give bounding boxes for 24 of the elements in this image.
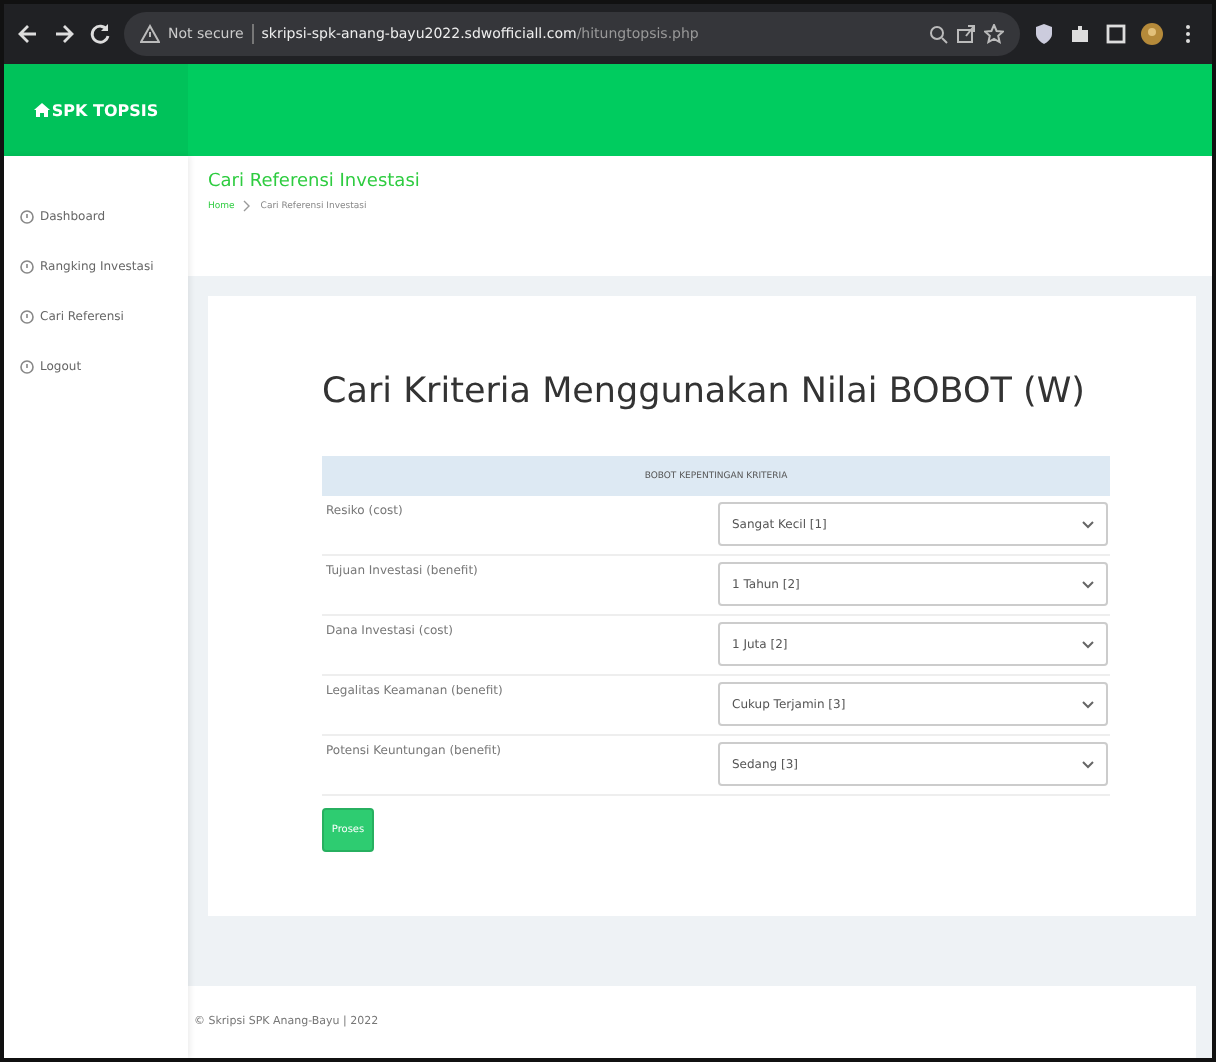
chevron-down-icon (1082, 699, 1094, 709)
circle-icon (20, 360, 34, 374)
shield-icon[interactable] (1032, 22, 1056, 46)
chevron-icon (242, 200, 253, 212)
chevron-down-icon (1082, 639, 1094, 649)
zoom-icon[interactable] (928, 24, 948, 44)
share-icon[interactable] (956, 24, 976, 44)
chevron-down-icon (1082, 579, 1094, 589)
puzzle-icon[interactable] (1068, 22, 1092, 46)
star-icon[interactable] (984, 24, 1004, 44)
warning-icon (140, 24, 160, 44)
circle-icon (20, 210, 34, 224)
home-icon (33, 102, 50, 118)
back-icon[interactable] (16, 22, 40, 46)
forward-icon[interactable] (52, 22, 76, 46)
chevron-down-icon (1082, 519, 1094, 529)
reload-icon[interactable] (88, 22, 112, 46)
card-heading: Cari Kriteria Menggunakan Nilai BOBOT (W) (322, 372, 1087, 412)
sidepanel-icon[interactable] (1104, 22, 1128, 46)
avatar-icon[interactable] (1140, 22, 1164, 46)
circle-icon (20, 310, 34, 324)
page-title: Cari Referensi Investasi (208, 172, 422, 192)
circle-icon (20, 260, 34, 274)
chevron-down-icon (1082, 759, 1094, 769)
